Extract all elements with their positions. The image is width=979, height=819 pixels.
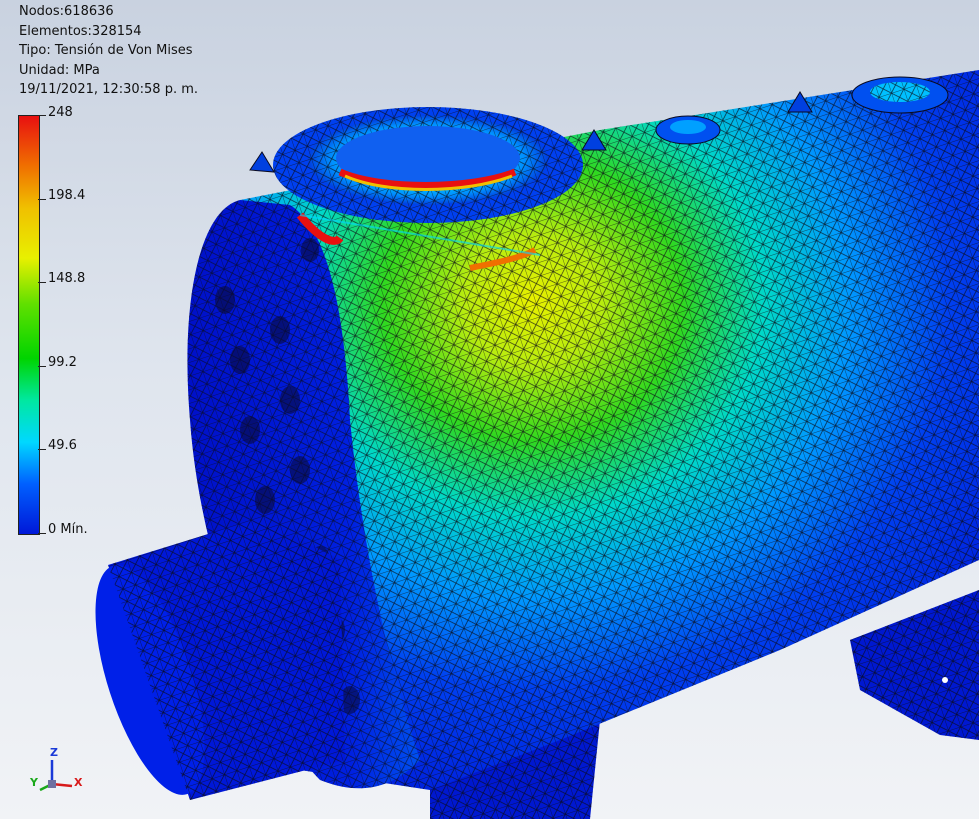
result-info-panel: Nodos:618636 Elementos:328154 Tipo: Tens… xyxy=(19,2,198,100)
legend-tick xyxy=(38,199,46,200)
legend-tick xyxy=(38,115,46,116)
legend-tick xyxy=(38,449,46,450)
fea-model-viewport[interactable] xyxy=(0,0,979,819)
result-timestamp: 19/11/2021, 12:30:58 p. m. xyxy=(19,82,199,98)
stress-color-legend: 248 198.4 148.8 99.2 49.6 0 Mín. xyxy=(18,105,88,537)
legend-tick xyxy=(38,533,46,534)
element-count: Elementos:328154 xyxy=(19,23,142,39)
legend-label-min: 0 Mín. xyxy=(48,522,88,537)
result-unit: Unidad: MPa xyxy=(19,62,100,78)
node-count: Nodos:618636 xyxy=(19,4,114,19)
triad-y-label: Y xyxy=(30,776,38,789)
legend-label: 148.8 xyxy=(48,271,86,286)
legend-color-bar xyxy=(18,115,40,535)
triad-x-label: X xyxy=(74,776,83,789)
legend-tick xyxy=(38,282,46,283)
legend-label: 198.4 xyxy=(48,188,86,203)
legend-label: 49.6 xyxy=(48,438,77,453)
legend-tick xyxy=(38,366,46,367)
axis-triad-icon[interactable]: Z X Y xyxy=(30,746,90,796)
result-type: Tipo: Tensión de Von Mises xyxy=(19,43,193,59)
legend-label: 99.2 xyxy=(48,355,77,370)
legend-label-max: 248 xyxy=(48,105,73,120)
triad-z-label: Z xyxy=(50,746,58,759)
